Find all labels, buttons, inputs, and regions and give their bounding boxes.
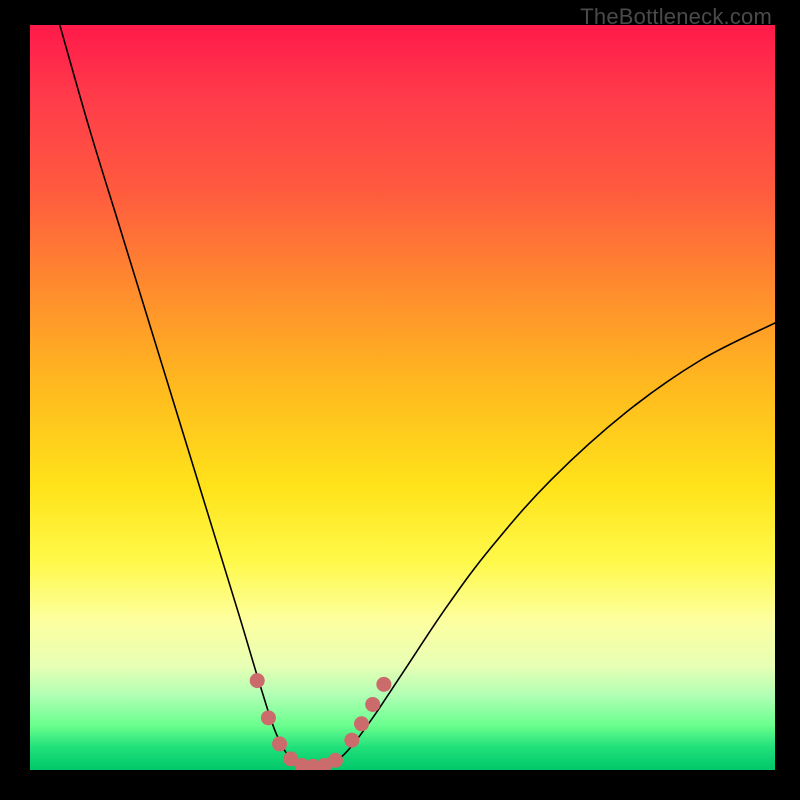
marker-point xyxy=(354,716,369,731)
marker-point xyxy=(328,753,343,768)
curve-layer xyxy=(30,25,775,770)
chart-frame: TheBottleneck.com xyxy=(0,0,800,800)
marker-point xyxy=(261,710,276,725)
marker-point xyxy=(250,673,265,688)
plot-area xyxy=(30,25,775,770)
marker-point xyxy=(272,736,287,751)
marker-point xyxy=(344,733,359,748)
bottleneck-curve xyxy=(60,25,775,767)
marker-point xyxy=(376,677,391,692)
marker-point xyxy=(365,697,380,712)
watermark-text: TheBottleneck.com xyxy=(580,4,772,30)
